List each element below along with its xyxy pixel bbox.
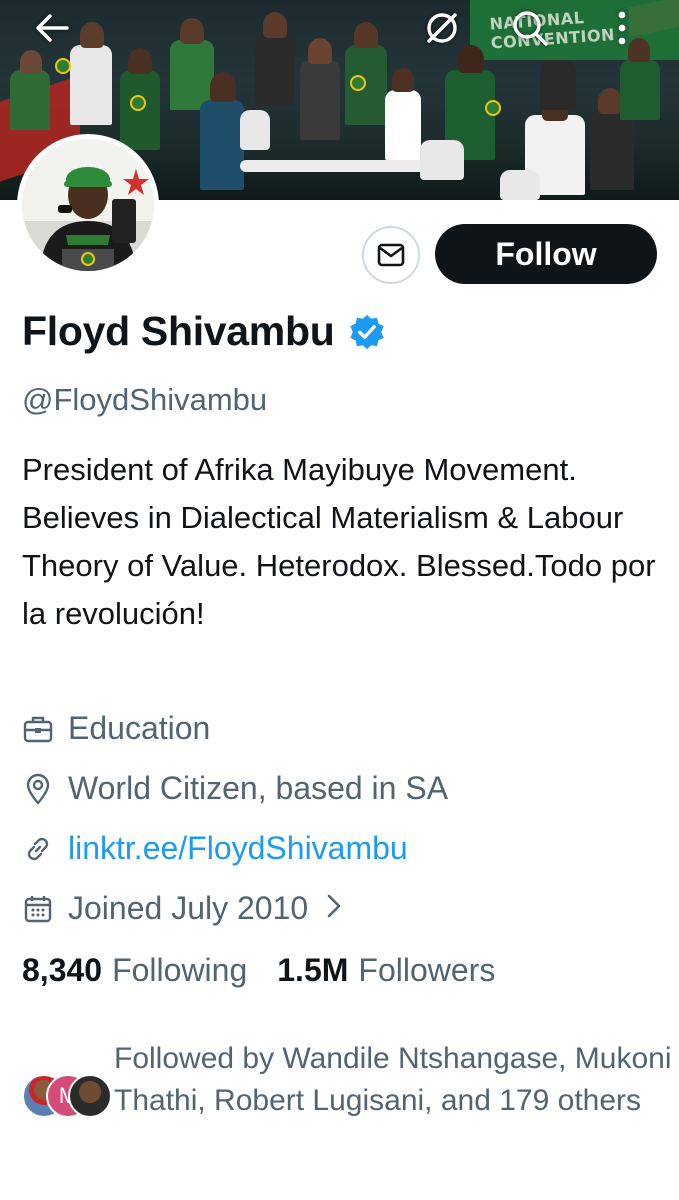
- followers-label: Followers: [358, 952, 496, 988]
- grok-slash-icon: [427, 13, 457, 43]
- arrow-left-icon: [36, 14, 69, 42]
- envelope-icon: [377, 243, 405, 267]
- profile-bio: President of Afrika Mayibuye Movement. B…: [22, 452, 656, 631]
- location-text: World Citizen, based in SA: [68, 770, 449, 806]
- verified-badge-icon[interactable]: [348, 313, 386, 351]
- profile-name: Floyd Shivambu: [22, 308, 335, 354]
- more-button[interactable]: [600, 6, 644, 50]
- following-link[interactable]: 8,340 Following: [22, 952, 247, 989]
- follow-button[interactable]: Follow: [435, 224, 657, 284]
- more-vertical-icon: [618, 11, 626, 45]
- following-count: 8,340: [22, 952, 103, 988]
- profile-name-row: Floyd Shivambu: [22, 308, 386, 355]
- followed-by-text: Followed by Wandile Ntshangase, Mukoni T…: [114, 1042, 672, 1117]
- follow-stats: 8,340 Following 1.5M Followers: [22, 952, 495, 989]
- followers-count: 1.5M: [277, 952, 349, 988]
- message-button[interactable]: [362, 226, 420, 284]
- calendar-icon: [22, 893, 54, 925]
- chevron-right-icon: [326, 890, 342, 927]
- search-button[interactable]: [508, 6, 552, 50]
- grok-button[interactable]: [420, 6, 464, 50]
- link-icon: [22, 833, 54, 865]
- profile-location: World Citizen, based in SA: [22, 770, 448, 807]
- back-button[interactable]: [30, 6, 74, 50]
- follower-avatar: [68, 1074, 112, 1118]
- followed-by-avatars: M: [22, 1074, 112, 1122]
- avatar-photo: [22, 139, 154, 271]
- profile-joined[interactable]: Joined July 2010: [22, 890, 342, 927]
- profile-link[interactable]: linktr.ee/FloydShivambu: [68, 830, 408, 867]
- profile-avatar[interactable]: [17, 134, 159, 276]
- briefcase-icon: [22, 713, 54, 745]
- location-pin-icon: [22, 773, 54, 805]
- followers-link[interactable]: 1.5M Followers: [277, 952, 495, 989]
- following-label: Following: [112, 952, 248, 988]
- profile-link-row: linktr.ee/FloydShivambu: [22, 830, 408, 867]
- profile-handle: @FloydShivambu: [22, 382, 268, 417]
- profile-category: Education: [22, 710, 210, 747]
- category-text: Education: [68, 710, 211, 746]
- joined-text: Joined July 2010: [68, 890, 309, 926]
- search-icon: [513, 11, 548, 46]
